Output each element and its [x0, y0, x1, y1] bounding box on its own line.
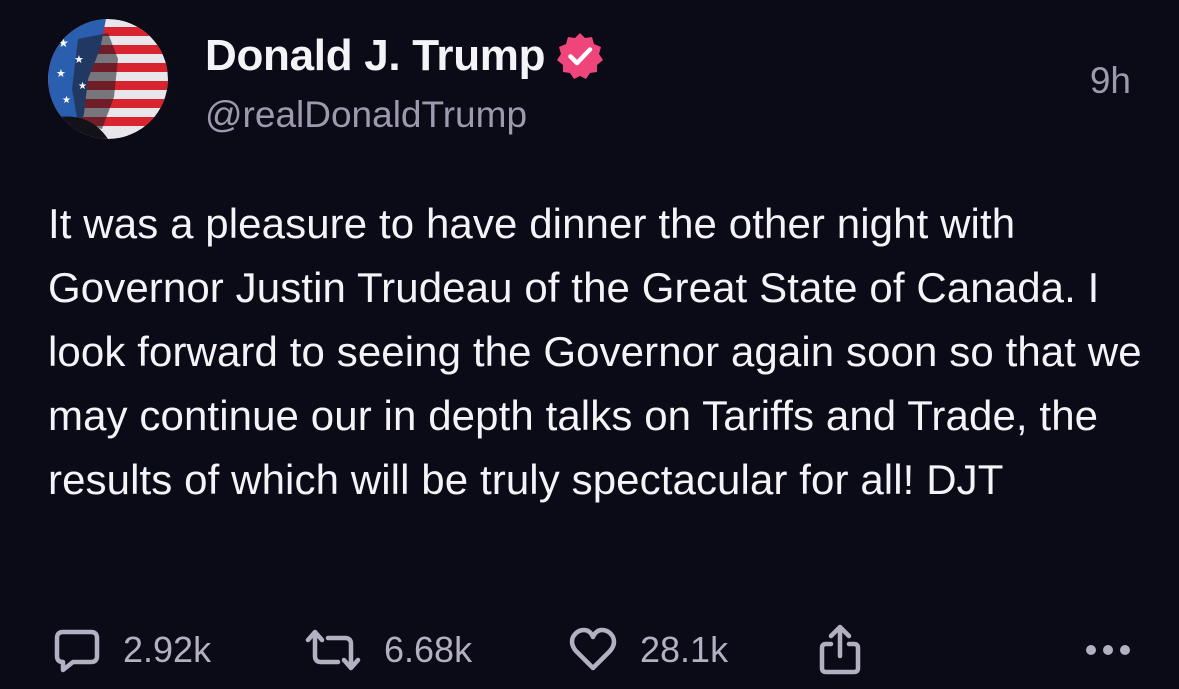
speech-bubble-icon [54, 629, 100, 673]
heart-icon [569, 627, 617, 671]
repost-button[interactable]: 6.68k [304, 620, 472, 680]
author-display-name[interactable]: Donald J. Trump [205, 30, 546, 82]
more-options-button[interactable] [1085, 620, 1131, 680]
like-button[interactable]: 28.1k [568, 620, 728, 680]
svg-text:★: ★ [62, 95, 71, 106]
reply-count: 2.92k [123, 629, 212, 670]
share-button[interactable] [818, 620, 862, 680]
author-handle[interactable]: @realDonaldTrump [205, 92, 527, 138]
repost-count: 6.68k [384, 629, 473, 670]
post-card: ★ ★ ★ ★ ★ Donald J. Trump @realDonaldTru… [0, 0, 1179, 689]
svg-text:★: ★ [74, 53, 84, 66]
ellipsis-icon [1086, 645, 1130, 655]
verified-badge-icon [557, 33, 604, 79]
avatar-flag-portrait-icon: ★ ★ ★ ★ ★ [48, 19, 168, 139]
share-icon [819, 624, 861, 675]
svg-text:★: ★ [56, 67, 66, 80]
post-action-bar: 2.92k 6.68k 28.1k [48, 620, 1131, 680]
post-body-text: It was a pleasure to have dinner the oth… [48, 200, 1142, 503]
avatar[interactable]: ★ ★ ★ ★ ★ [48, 19, 168, 139]
repost-arrows-icon [305, 629, 361, 671]
author-name-row: Donald J. Trump [205, 30, 605, 82]
svg-text:★: ★ [78, 81, 87, 92]
like-count: 28.1k [640, 629, 729, 670]
post-timestamp[interactable]: 9h [1090, 58, 1131, 104]
reply-button[interactable]: 2.92k [53, 620, 211, 680]
svg-text:★: ★ [58, 36, 69, 50]
